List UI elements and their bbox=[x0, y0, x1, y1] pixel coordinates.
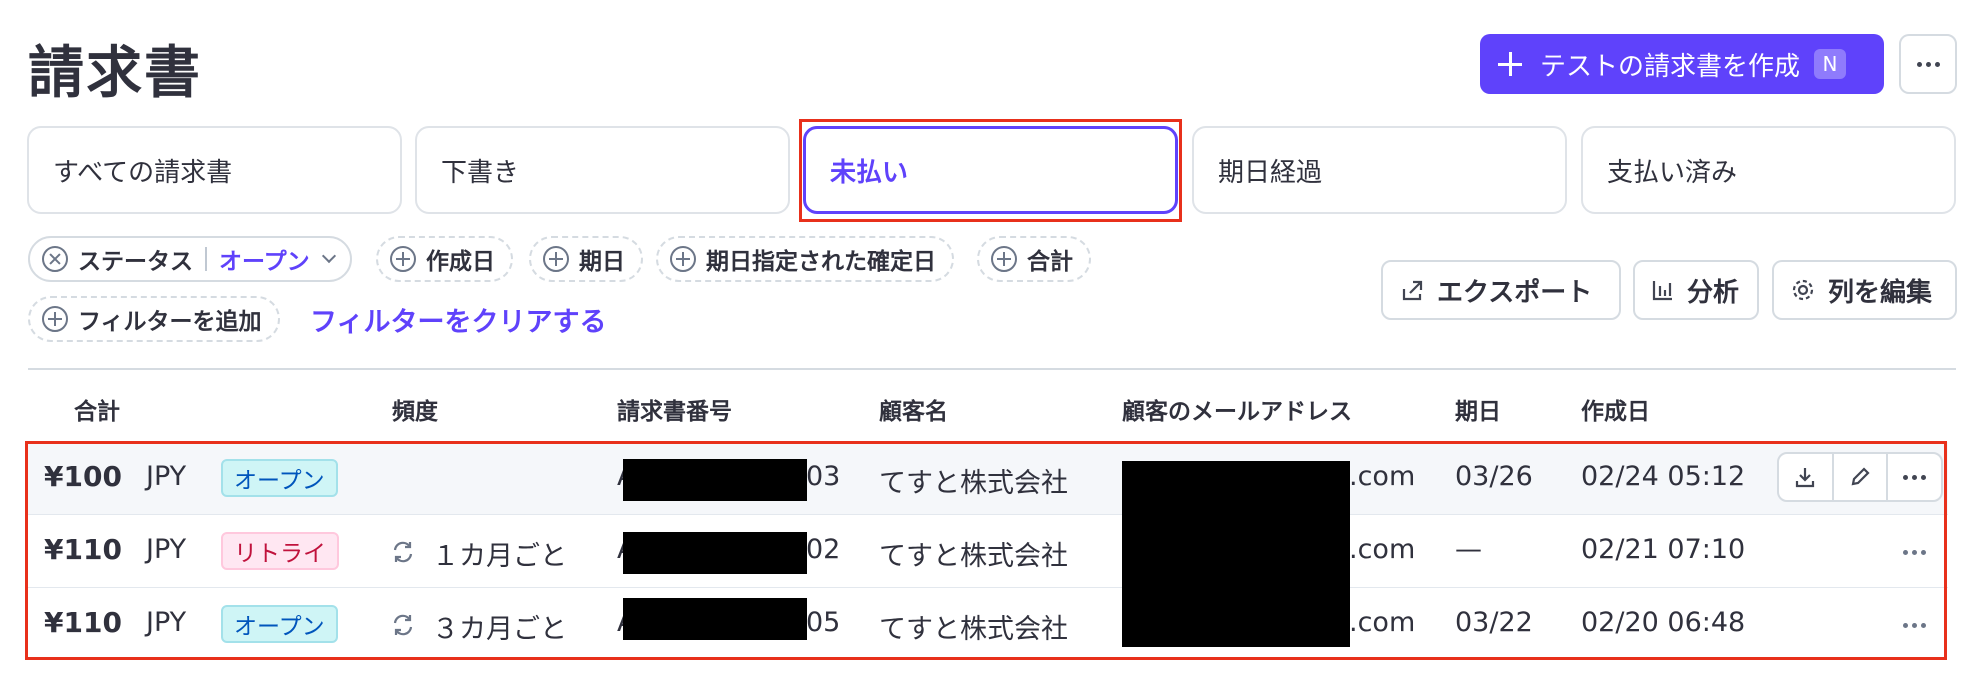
chevron-down-icon bbox=[321, 248, 336, 264]
add-filter-chip[interactable]: フィルターを追加 bbox=[28, 296, 280, 342]
analyze-label: 分析 bbox=[1687, 277, 1740, 308]
plus-icon bbox=[1496, 50, 1524, 78]
add-circle-icon bbox=[42, 306, 68, 332]
remove-circle-icon[interactable] bbox=[42, 246, 68, 272]
column-header-frequency[interactable]: 頻度 bbox=[392, 392, 438, 426]
add-circle-icon bbox=[390, 246, 416, 272]
create-test-invoice-label: テストの請求書を作成 bbox=[1540, 51, 1801, 82]
analyze-button[interactable]: 分析 bbox=[1633, 260, 1759, 320]
edit-columns-label: 列を編集 bbox=[1828, 277, 1933, 308]
filter-total-chip[interactable]: 合計 bbox=[977, 236, 1091, 282]
filter-chip-label: 作成日 bbox=[426, 249, 495, 275]
filter-status-label: ステータス bbox=[78, 249, 193, 275]
ellipsis-icon bbox=[1916, 61, 1940, 67]
page-title: 請求書 bbox=[28, 41, 202, 106]
filter-status-value: オープン bbox=[219, 249, 310, 275]
column-header-invoice-number[interactable]: 請求書番号 bbox=[617, 392, 732, 426]
add-circle-icon bbox=[543, 246, 569, 272]
add-circle-icon bbox=[991, 246, 1017, 272]
export-icon bbox=[1402, 280, 1423, 301]
export-button[interactable]: エクスポート bbox=[1381, 260, 1621, 320]
column-header-customer-name[interactable]: 顧客名 bbox=[879, 392, 948, 426]
export-label: エクスポート bbox=[1437, 277, 1593, 308]
more-options-button[interactable] bbox=[1899, 34, 1957, 94]
clear-filters-link[interactable]: フィルターをクリアする bbox=[310, 300, 606, 339]
tab-drafts[interactable]: 下書き bbox=[415, 126, 790, 214]
add-circle-icon bbox=[670, 246, 696, 272]
add-filter-label: フィルターを追加 bbox=[78, 309, 262, 335]
keyboard-shortcut-badge: N bbox=[1814, 49, 1847, 79]
tab-paid[interactable]: 支払い済み bbox=[1581, 126, 1956, 214]
divider bbox=[205, 247, 207, 271]
edit-columns-button[interactable]: 列を編集 bbox=[1772, 260, 1957, 320]
filter-chip-label: 期日 bbox=[579, 249, 625, 275]
gear-icon bbox=[1792, 279, 1814, 301]
tab-past-due[interactable]: 期日経過 bbox=[1192, 126, 1567, 214]
tab-all-invoices[interactable]: すべての請求書 bbox=[27, 126, 402, 214]
tab-label: 下書き bbox=[441, 157, 520, 188]
highlight-box-rows bbox=[25, 441, 1947, 660]
highlight-box-tab bbox=[799, 119, 1182, 222]
divider bbox=[28, 368, 1956, 370]
tab-label: すべての請求書 bbox=[53, 157, 233, 188]
column-header-customer-email[interactable]: 顧客のメールアドレス bbox=[1122, 392, 1352, 426]
filter-chip-label: 期日指定された確定日 bbox=[706, 249, 936, 275]
bar-chart-icon bbox=[1652, 281, 1672, 301]
filter-status-chip[interactable]: ステータス オープン bbox=[28, 236, 352, 282]
column-header-total[interactable]: 合計 bbox=[74, 392, 120, 426]
filter-finalized-date-chip[interactable]: 期日指定された確定日 bbox=[656, 236, 954, 282]
filter-due-chip[interactable]: 期日 bbox=[529, 236, 643, 282]
tab-label: 期日経過 bbox=[1218, 157, 1323, 188]
filter-created-chip[interactable]: 作成日 bbox=[376, 236, 513, 282]
tab-label: 支払い済み bbox=[1607, 157, 1738, 188]
column-header-due-date[interactable]: 期日 bbox=[1455, 392, 1501, 426]
filter-chip-label: 合計 bbox=[1027, 249, 1073, 275]
column-header-created[interactable]: 作成日 bbox=[1581, 392, 1650, 426]
create-test-invoice-button[interactable]: テストの請求書を作成 N bbox=[1480, 34, 1884, 94]
